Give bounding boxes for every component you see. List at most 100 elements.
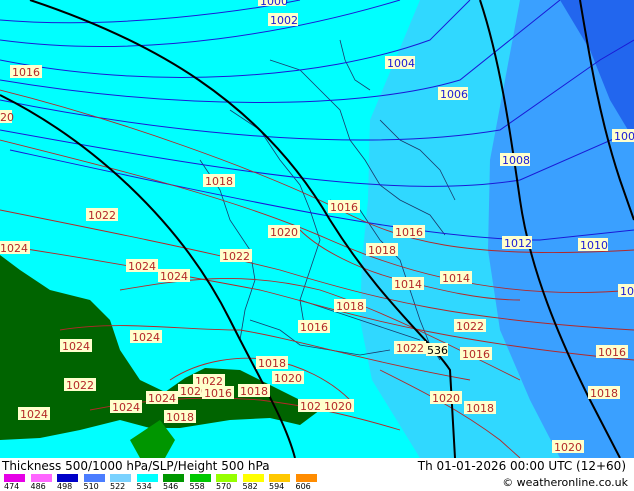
svg-text:1016: 1016: [204, 387, 232, 400]
svg-text:1018: 1018: [590, 387, 618, 400]
svg-text:1018: 1018: [258, 357, 286, 370]
svg-text:1006: 1006: [440, 88, 468, 101]
svg-text:1024: 1024: [62, 340, 90, 353]
legend-swatch: [4, 474, 25, 482]
svg-text:1016: 1016: [395, 226, 423, 239]
slp-label: 1016: [596, 345, 628, 359]
legend-swatch: [83, 474, 105, 482]
legend-swatch: [216, 474, 237, 482]
svg-text:1024: 1024: [20, 408, 48, 421]
slp-label: 1022: [64, 378, 96, 392]
legend-swatch: [57, 474, 78, 482]
svg-text:100: 100: [620, 285, 634, 298]
svg-text:1004: 1004: [387, 57, 415, 70]
slp-label: 1022: [220, 249, 252, 263]
slp-label: 1020: [552, 440, 584, 454]
slp-label: 1018: [464, 401, 496, 415]
slp-label: 1014: [392, 277, 424, 291]
slp-label: 1024: [146, 391, 178, 405]
slp-label: 1022: [394, 341, 426, 355]
map-svg: 1000 1002 1004 1006 1008 1010 1012 100 1…: [0, 0, 634, 458]
legend-swatch: [30, 474, 52, 482]
slp-label: 1002: [268, 13, 298, 27]
slp-label: 1018: [164, 410, 196, 424]
slp-label: 1022: [454, 319, 486, 333]
legend-swatch: [295, 474, 317, 482]
svg-text:1020: 1020: [554, 441, 582, 454]
slp-label: 1020: [322, 399, 354, 413]
svg-text:1018: 1018: [240, 385, 268, 398]
svg-text:1022: 1022: [66, 379, 94, 392]
legend-swatch: [269, 474, 290, 482]
svg-text:1022: 1022: [396, 342, 424, 355]
svg-text:1020: 1020: [324, 400, 352, 413]
svg-text:1018: 1018: [166, 411, 194, 424]
legend-swatch: [163, 474, 184, 482]
slp-label: 1018: [203, 174, 235, 188]
slp-label: 1024: [18, 407, 50, 421]
slp-label: 100: [618, 284, 634, 298]
valid-time: Th 01-01-2026 00:00 UTC (12+60): [417, 459, 626, 473]
slp-label: 1016: [10, 65, 42, 79]
legend-swatch: [110, 474, 131, 482]
svg-text:1024: 1024: [132, 331, 160, 344]
slp-label: 1024: [158, 269, 190, 283]
svg-text:1014: 1014: [442, 272, 470, 285]
slp-label: 1016: [298, 320, 330, 334]
slp-label: 1020: [272, 371, 304, 385]
slp-label: 1024: [130, 330, 162, 344]
map-title: Thickness 500/1000 hPa/SLP/Height 500 hP…: [2, 459, 270, 473]
legend-swatch: [242, 474, 264, 482]
svg-text:1018: 1018: [205, 175, 233, 188]
svg-text:1010: 1010: [580, 239, 608, 252]
slp-label: 1016: [202, 386, 234, 400]
color-legend: 474 486 498 510 522 534 546 558 570 582 594 606: [4, 474, 324, 491]
slp-label: 1004: [385, 56, 415, 70]
svg-text:1024: 1024: [0, 242, 28, 255]
slp-label: 100: [612, 129, 634, 143]
svg-text:1024: 1024: [128, 260, 156, 273]
svg-text:1024: 1024: [112, 401, 140, 414]
svg-text:1016: 1016: [598, 346, 626, 359]
slp-label: 20: [0, 110, 14, 124]
slp-label: 1012: [502, 236, 532, 250]
slp-label: 1022: [86, 208, 118, 222]
svg-text:1014: 1014: [394, 278, 422, 291]
svg-text:1022: 1022: [88, 209, 116, 222]
slp-label: 1018: [366, 243, 398, 257]
slp-label: 1024: [110, 400, 142, 414]
svg-text:1016: 1016: [12, 66, 40, 79]
svg-text:1016: 1016: [330, 201, 358, 214]
svg-text:1016: 1016: [462, 348, 490, 361]
svg-text:1020: 1020: [270, 226, 298, 239]
site-credit[interactable]: © weatheronline.co.uk: [502, 476, 628, 489]
slp-label: 1000: [258, 0, 288, 8]
legend-swatch: [136, 474, 158, 482]
slp-label: 1018: [334, 299, 366, 313]
slp-label: 1016: [328, 200, 360, 214]
svg-text:1000: 1000: [260, 0, 288, 8]
slp-label: 1024: [60, 339, 92, 353]
height-label: 536: [426, 343, 448, 357]
svg-text:1018: 1018: [336, 300, 364, 313]
map-footer: Thickness 500/1000 hPa/SLP/Height 500 hP…: [0, 458, 634, 491]
slp-label: 1020: [430, 391, 462, 405]
svg-text:1008: 1008: [502, 154, 530, 167]
slp-label: 1024: [0, 241, 30, 255]
svg-text:1018: 1018: [466, 402, 494, 415]
slp-label: 1016: [460, 347, 492, 361]
svg-text:20: 20: [0, 111, 14, 124]
slp-label: 1008: [500, 153, 530, 167]
svg-text:536: 536: [427, 344, 448, 357]
slp-label: 1018: [238, 384, 270, 398]
svg-text:1022: 1022: [222, 250, 250, 263]
svg-text:1020: 1020: [274, 372, 302, 385]
svg-text:1024: 1024: [160, 270, 188, 283]
svg-text:1012: 1012: [504, 237, 532, 250]
svg-text:1002: 1002: [270, 14, 298, 27]
slp-label: 1006: [438, 87, 468, 101]
svg-text:100: 100: [614, 130, 634, 143]
svg-text:1022: 1022: [456, 320, 484, 333]
svg-text:1024: 1024: [148, 392, 176, 405]
slp-label: 1018: [588, 386, 620, 400]
